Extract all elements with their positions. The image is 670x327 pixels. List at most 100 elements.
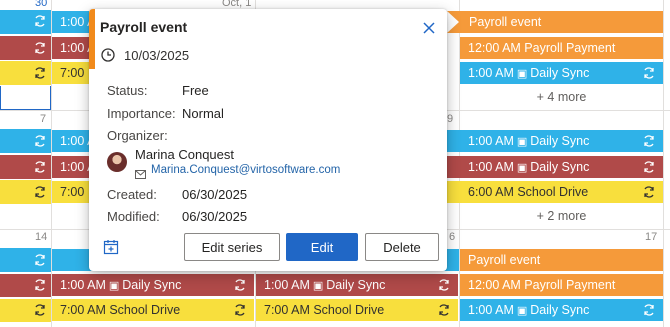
day-number: Oct, 1 [222,0,252,9]
event-title: Daily Sync [530,160,590,174]
mail-icon [135,167,146,179]
calendar-event[interactable]: 7:00 [52,181,89,203]
event-time: 1:00 A [60,41,89,55]
clock-icon [101,48,115,62]
sync-icon [33,278,47,295]
calendar-event-payroll[interactable]: Payroll event [447,11,663,33]
organizer-label: Organizer: [107,128,168,143]
calendar-event[interactable] [0,248,51,272]
created-label: Created: [107,187,157,202]
calendar-event[interactable]: 1:00 A [52,37,89,59]
event-title: 7:00 AM School Drive [264,303,385,317]
importance-value: Normal [182,106,224,121]
calendar-event[interactable] [0,36,51,60]
close-icon[interactable] [421,20,437,36]
calendar-event-payroll-payment[interactable]: 12:00 AM Payroll Payment [460,37,663,59]
calendar-event-daily-sync[interactable]: 1:00 AM ▣ Daily Sync [447,130,663,152]
event-title: 12:00 AM Payroll Payment [468,278,616,292]
sync-icon [641,159,657,175]
edit-button[interactable]: Edit [286,233,358,261]
calendar-event[interactable] [0,129,51,153]
sync-icon [33,160,47,177]
teams-icon: ▣ [312,280,324,292]
sync-icon [33,253,47,270]
calendar-event[interactable] [0,155,51,179]
event-time: 1:00 A [60,160,89,174]
sync-icon [436,277,452,293]
calendar-event-school-drive[interactable]: 6:00 AM School Drive [447,181,663,203]
modified-value: 06/30/2025 [182,209,248,224]
calendar-event[interactable]: 1:00 A [52,130,89,152]
teams-icon: ▣ [516,162,528,174]
sync-icon [33,41,47,58]
category-accent-bar [89,9,95,69]
organizer-name: Marina Conquest [135,147,234,162]
event-time: 1:00 AM [468,303,514,317]
calendar-event[interactable]: 1:00 A [52,156,89,178]
teams-icon: ▣ [108,280,120,292]
calendar-event-daily-sync[interactable]: 1:00 AM ▣ Daily Sync [52,274,254,296]
event-title: Daily Sync [530,303,590,317]
calendar-event-school-drive[interactable]: 7:00 AM School Drive [52,299,254,321]
calendar-event-daily-sync[interactable]: 1:00 AM ▣ Daily Sync [460,62,663,84]
calendar-event[interactable] [0,61,51,85]
status-value: Free [182,83,209,98]
event-title: Daily Sync [530,134,590,148]
popup-title: Payroll event [100,19,188,35]
teams-icon: ▣ [516,136,528,148]
created-value: 06/30/2025 [182,187,248,202]
calendar-event[interactable] [0,299,51,322]
sync-icon [641,184,657,200]
event-title: 12:00 AM Payroll Payment [468,41,616,55]
delete-button[interactable]: Delete [365,233,439,261]
teams-icon: ▣ [516,305,528,317]
calendar-event[interactable]: 1:00 A [52,11,89,33]
day-number: 7 [40,113,47,125]
calendar-event[interactable] [0,274,51,297]
sync-icon [232,302,248,318]
event-title: Daily Sync [122,278,182,292]
day-number: 30 [35,0,48,9]
event-details-popup: Payroll event 10/03/2025 Status: Free Im… [89,9,447,271]
status-label: Status: [107,83,148,98]
day-number: 9 [447,113,454,125]
event-time: 1:00 A [60,15,89,29]
event-title: 7:00 AM School Drive [60,303,181,317]
event-title: Payroll event [469,15,542,29]
calendar-event[interactable] [0,180,51,204]
avatar [107,152,127,172]
sync-icon [33,14,47,31]
calendar-event-daily-sync[interactable]: 1:00 AM ▣ Daily Sync [460,299,663,321]
event-time: 7:00 [60,185,85,199]
sync-icon [232,277,248,293]
event-time: 1:00 AM [468,160,514,174]
organizer-email-link[interactable]: Marina.Conquest@virtosoftware.com [151,164,340,176]
calendar-event-payroll[interactable]: Payroll event [460,249,663,271]
event-title: Daily Sync [530,66,590,80]
more-events-link[interactable]: + 2 more [460,209,663,223]
calendar-event[interactable]: 7:00 [52,62,89,84]
sync-icon [33,185,47,202]
calendar-event-school-drive[interactable]: 7:00 AM School Drive [256,299,458,321]
grid-divider [663,0,664,327]
day-number: 6 [449,231,456,243]
sync-icon [33,66,47,83]
calendar-event-payroll-payment[interactable]: 12:00 AM Payroll Payment [460,274,663,296]
more-events-link[interactable]: + 4 more [460,90,663,104]
calendar-event-daily-sync[interactable]: 1:00 AM ▣ Daily Sync [447,156,663,178]
sync-icon [33,303,47,320]
edit-series-button[interactable]: Edit series [184,233,280,261]
teams-icon: ▣ [516,68,528,80]
sync-icon [641,133,657,149]
event-time: 1:00 AM [60,278,106,292]
event-title: Daily Sync [326,278,386,292]
calendar-event[interactable] [0,10,51,34]
selected-day-cell[interactable] [0,86,51,110]
calendar-add-icon[interactable] [103,239,119,255]
calendar-event-daily-sync[interactable]: 1:00 AM ▣ Daily Sync [256,274,458,296]
event-time: 1:00 AM [264,278,310,292]
importance-label: Importance: [107,106,176,121]
event-time: 7:00 [60,66,85,80]
event-title: 6:00 AM School Drive [468,185,589,199]
sync-icon [436,302,452,318]
